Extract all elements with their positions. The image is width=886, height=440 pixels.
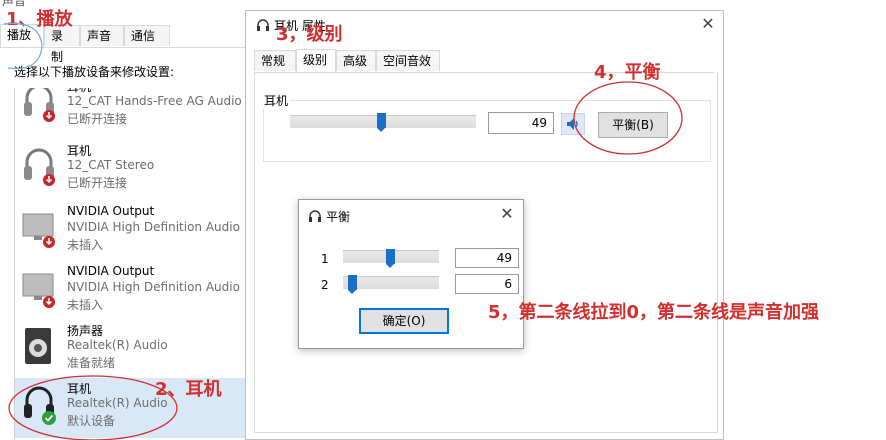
- level-group-label: 耳机: [262, 92, 291, 109]
- channel-2-slider-track[interactable]: [343, 276, 439, 289]
- device-status: 已断开连接: [67, 176, 128, 190]
- monitor-icon: [22, 213, 55, 248]
- annotation-2-circle: [8, 375, 178, 440]
- speaker-icon: [25, 328, 51, 364]
- channel-2-slider-thumb[interactable]: [348, 275, 358, 294]
- channel-1-label: 1: [321, 252, 329, 266]
- device-name: 扬声器: [67, 324, 104, 338]
- channel-2-value[interactable]: 6: [455, 274, 519, 294]
- headphones-icon: [257, 19, 269, 31]
- device-desc: 12_CAT Stereo: [67, 158, 155, 172]
- device-name: NVIDIA Output: [67, 204, 155, 218]
- device-status: 已断开连接: [67, 112, 128, 126]
- tab-levels[interactable]: 级别: [296, 49, 336, 72]
- monitor-icon: [22, 273, 55, 308]
- volume-value[interactable]: 49: [488, 112, 554, 134]
- tab-communications[interactable]: 通信: [124, 25, 170, 46]
- list-item[interactable]: 耳机 12_CAT Stereo 已断开连接: [15, 140, 247, 200]
- headphones-icon: [24, 88, 55, 122]
- close-icon[interactable]: ✕: [497, 204, 517, 223]
- list-item[interactable]: NVIDIA Output NVIDIA High Definition Aud…: [15, 202, 247, 262]
- ok-button[interactable]: 确定(O): [359, 308, 449, 334]
- headphones-icon: [309, 210, 321, 222]
- channel-1-value[interactable]: 49: [455, 248, 519, 268]
- annotation-1-outline: [3, 22, 43, 70]
- device-desc: Realtek(R) Audio: [67, 338, 168, 352]
- device-desc: 12_CAT Hands-Free AG Audio: [67, 94, 242, 108]
- annotation-3: 3，级别: [276, 24, 343, 45]
- channel-1-slider-thumb[interactable]: [385, 249, 395, 268]
- list-item[interactable]: 耳机 12_CAT Hands-Free AG Audio 已断开连接: [15, 88, 247, 136]
- list-item[interactable]: NVIDIA Output NVIDIA High Definition Aud…: [15, 262, 247, 322]
- device-status: 未插入: [67, 298, 104, 312]
- balance-dialog: 平衡 ✕ 1 49 2 6 确定(O): [298, 199, 524, 349]
- tab-sounds[interactable]: 声音: [80, 25, 124, 46]
- annotation-5: 5，第二条线拉到0，第二条线是声音加强: [488, 302, 820, 323]
- device-status: 未插入: [67, 238, 104, 252]
- device-name: NVIDIA Output: [67, 264, 155, 278]
- close-icon[interactable]: ✕: [698, 14, 718, 33]
- device-desc: NVIDIA High Definition Audio: [67, 220, 240, 234]
- device-name: 耳机: [67, 144, 92, 158]
- balance-title: 平衡: [326, 210, 351, 224]
- channel-2-label: 2: [321, 278, 329, 292]
- headphones-icon: [24, 148, 55, 186]
- device-status: 准备就绪: [67, 356, 116, 370]
- tab-general[interactable]: 常规: [254, 50, 296, 71]
- annotation-4-circle: [573, 81, 683, 155]
- tab-spatial-sound[interactable]: 空间音效: [376, 50, 440, 71]
- volume-slider-thumb[interactable]: [376, 113, 386, 132]
- device-desc: NVIDIA High Definition Audio: [67, 280, 240, 294]
- tab-advanced[interactable]: 高级: [336, 50, 376, 71]
